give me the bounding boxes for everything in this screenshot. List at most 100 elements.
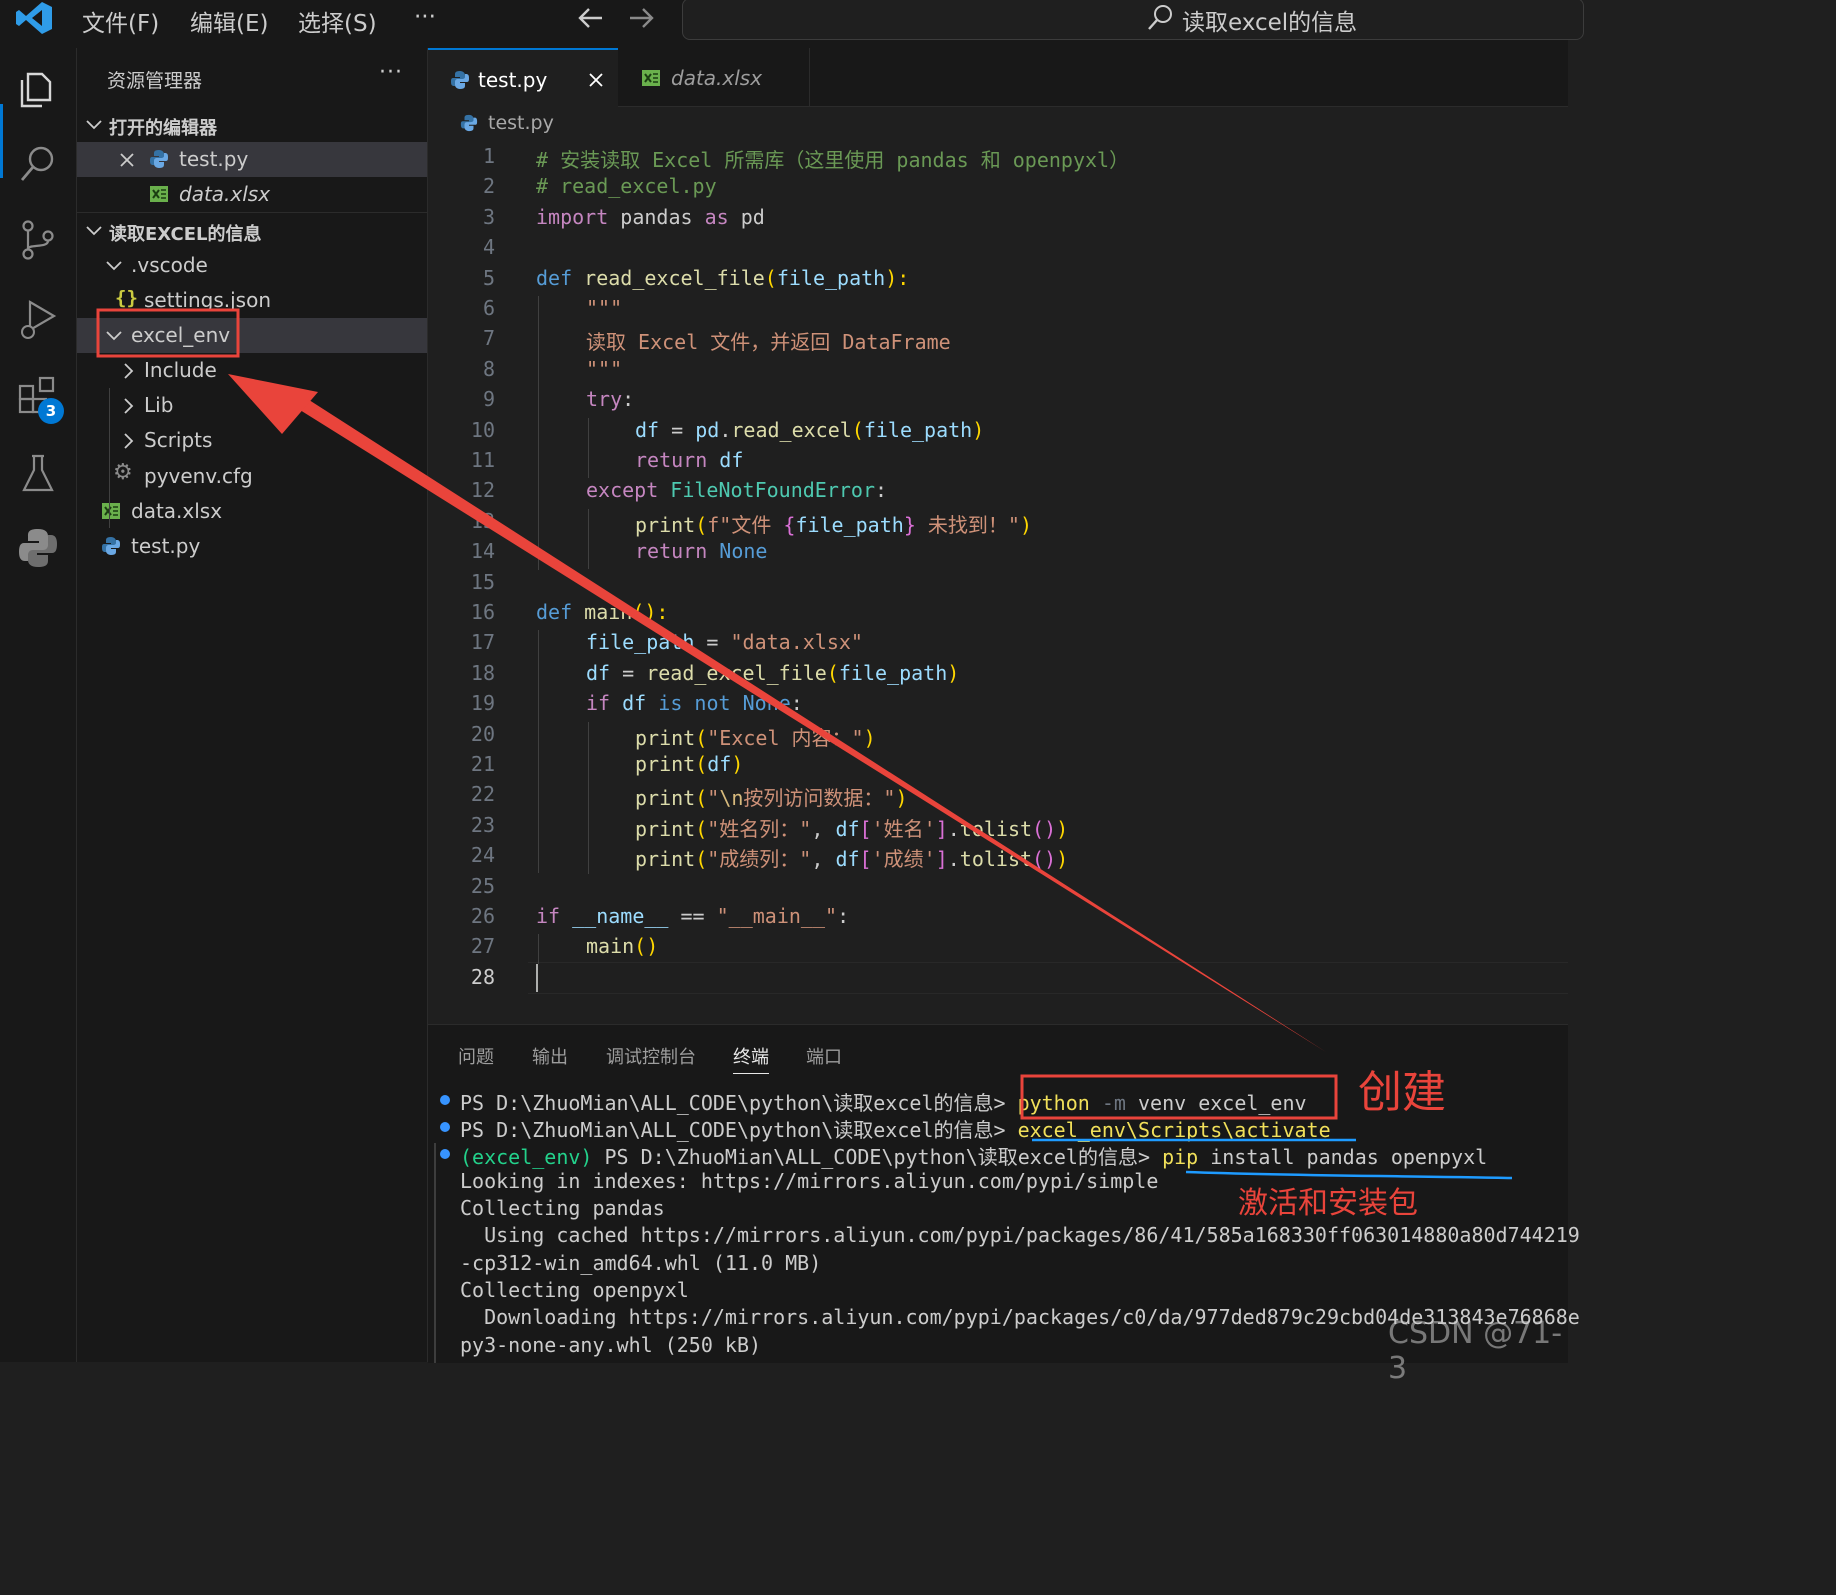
- tree-folder-lib[interactable]: Lib: [77, 388, 427, 423]
- tree-item-label: Scripts: [144, 428, 213, 452]
- python-icon[interactable]: [16, 526, 60, 570]
- panel-tab-problems[interactable]: 问题: [458, 1043, 494, 1069]
- run-debug-icon[interactable]: [16, 296, 60, 340]
- terminal-flag: -m: [1089, 1091, 1138, 1115]
- forward-arrow-icon[interactable]: [626, 4, 656, 32]
- code-line-26: if __name__ == "__main__":: [536, 904, 849, 928]
- menu-selection[interactable]: 选择(S): [298, 4, 377, 38]
- command-status-dot: [440, 1122, 450, 1132]
- paren: ): [972, 418, 985, 442]
- tree-item-label: pyvenv.cfg: [144, 464, 253, 488]
- close-icon[interactable]: [119, 152, 135, 168]
- line-number: 13: [470, 509, 495, 533]
- breadcrumb-file: test.py: [488, 112, 554, 134]
- paren: ): [863, 726, 876, 750]
- comment: # read_excel.py: [536, 174, 717, 198]
- line-number: 11: [470, 448, 495, 472]
- keyword-except: except: [586, 478, 659, 502]
- tab-test-py[interactable]: test.py: [428, 48, 618, 108]
- folder-label: 读取EXCEL的信息: [109, 224, 262, 245]
- chevron-down-icon: [86, 120, 102, 130]
- code-line-2: # read_excel.py: [536, 174, 717, 198]
- line-number: 28: [470, 965, 495, 989]
- paren: (): [634, 934, 659, 958]
- code-line-8: """: [586, 357, 622, 381]
- string: "姓名列：": [707, 817, 812, 841]
- docstring: """: [586, 296, 623, 320]
- code-line-9: try:: [586, 387, 634, 411]
- line-number: 22: [470, 782, 495, 806]
- operator: =: [659, 418, 696, 442]
- variable: df: [835, 847, 860, 871]
- module-name: pandas: [608, 205, 705, 229]
- terminal-line[interactable]: PS D:\ZhuoMian\ALL_CODE\python\读取excel的信…: [460, 1114, 1331, 1143]
- search-view-icon[interactable]: [16, 142, 60, 186]
- panel-tab-output[interactable]: 输出: [532, 1043, 568, 1069]
- tree-file-pyvenv-cfg[interactable]: ⚙ pyvenv.cfg: [77, 459, 427, 494]
- code-editor[interactable]: 1 2 3 4 5 6 7 8 9 10 11 12 13 14 15 16 1…: [428, 140, 1568, 1020]
- paren: (: [851, 418, 864, 442]
- activity-bar: 3: [0, 48, 77, 1362]
- string: 未找到！": [915, 513, 1020, 537]
- tree-item-label: settings.json: [144, 288, 272, 312]
- terminal-line[interactable]: (excel_env) PS D:\ZhuoMian\ALL_CODE\pyth…: [460, 1141, 1487, 1170]
- folder-header[interactable]: 读取EXCEL的信息: [77, 214, 427, 248]
- string: '成绩': [871, 847, 936, 871]
- keyword-as: as: [704, 205, 729, 229]
- parameter: file_path: [776, 266, 886, 290]
- string: "Excel 内容：": [707, 726, 864, 750]
- command-status-dot: [440, 1149, 450, 1159]
- open-editor-data-xlsx[interactable]: data.xlsx: [77, 177, 427, 212]
- line-number: 8: [482, 357, 495, 381]
- paren-colon: ():: [632, 600, 669, 624]
- search-label[interactable]: 读取excel的信息: [1182, 3, 1357, 37]
- string: "成绩列：": [707, 847, 812, 871]
- menu-edit[interactable]: 编辑(E): [190, 4, 268, 38]
- operator: ==: [668, 904, 717, 928]
- paren: ): [1056, 817, 1069, 841]
- terminal-line[interactable]: PS D:\ZhuoMian\ALL_CODE\python\读取excel的信…: [460, 1087, 1307, 1116]
- explorer-more-button[interactable]: ···: [379, 60, 403, 85]
- explorer-icon[interactable]: [16, 66, 60, 110]
- back-arrow-icon[interactable]: [576, 4, 606, 32]
- tree-file-settings-json[interactable]: {} settings.json: [77, 283, 427, 318]
- function-call: print: [635, 786, 696, 810]
- open-editor-test-py[interactable]: test.py: [77, 142, 427, 177]
- annotation-create-label: 创建: [1358, 1067, 1446, 1118]
- tree-file-test-py[interactable]: test.py: [77, 529, 427, 564]
- open-editors-header[interactable]: 打开的编辑器: [77, 108, 427, 142]
- function-call: print: [635, 847, 696, 871]
- python-file-icon: [150, 150, 168, 168]
- tree-file-data-xlsx[interactable]: data.xlsx: [77, 494, 427, 529]
- tree-folder-include[interactable]: Include: [77, 353, 427, 388]
- variable: df: [635, 418, 660, 442]
- code-line-12: except FileNotFoundError:: [586, 478, 887, 502]
- panel-tab-terminal[interactable]: 终端: [733, 1043, 769, 1074]
- panel-tab-ports[interactable]: 端口: [806, 1043, 842, 1069]
- terminal-args: venv excel_env: [1137, 1091, 1307, 1115]
- paren: ): [895, 786, 908, 810]
- comment: # 安装读取 Excel 所需库（这里使用 pandas 和 openpyxl）: [536, 148, 1130, 172]
- menu-more[interactable]: ···: [414, 4, 436, 30]
- close-icon[interactable]: [588, 72, 604, 88]
- panel-tab-debug-console[interactable]: 调试控制台: [606, 1043, 696, 1069]
- variable: file_path: [795, 513, 904, 537]
- section-divider: [77, 212, 427, 213]
- testing-flask-icon[interactable]: [16, 452, 60, 496]
- command-center-search[interactable]: [682, 0, 1584, 40]
- line-number: 26: [470, 904, 495, 928]
- tree-folder-excel-env[interactable]: excel_env: [77, 318, 427, 353]
- source-control-icon[interactable]: [16, 218, 60, 262]
- line-number: 4: [482, 235, 495, 259]
- code-line-16: def main():: [536, 600, 668, 624]
- tree-folder-scripts[interactable]: Scripts: [77, 423, 427, 458]
- menu-file[interactable]: 文件(F): [82, 4, 159, 38]
- tree-folder-vscode[interactable]: .vscode: [77, 248, 427, 283]
- line-number: 6: [482, 296, 495, 320]
- tree-item-label: excel_env: [131, 323, 231, 347]
- line-number: 2: [482, 174, 495, 198]
- tab-data-xlsx[interactable]: data.xlsx: [619, 48, 810, 106]
- explorer-title: 资源管理器: [107, 70, 203, 92]
